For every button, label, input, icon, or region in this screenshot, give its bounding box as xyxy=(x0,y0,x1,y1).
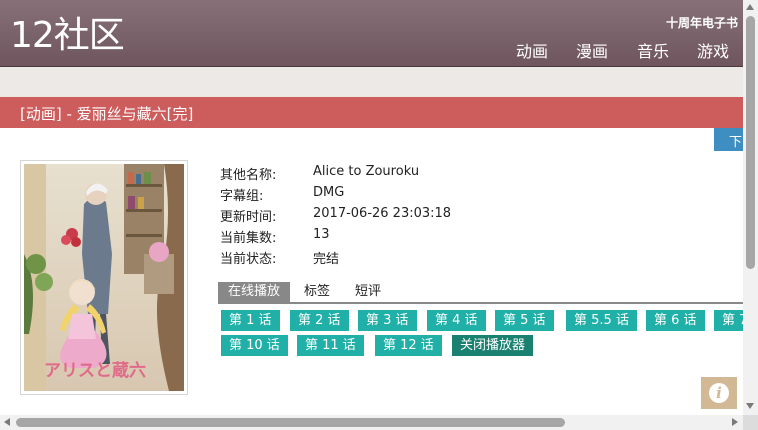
nav-games[interactable]: 游戏 xyxy=(697,38,729,62)
site-logo[interactable]: 12社区 xyxy=(10,16,125,56)
episode-button[interactable]: 第 3 话 xyxy=(358,310,417,331)
page-title-bar: [动画] - 爱丽丝与藏六[完] xyxy=(0,97,743,128)
info-value: 2017-06-26 23:03:18 xyxy=(313,206,452,221)
site-header: 12社区 十周年电子书 动画 漫画 音乐 游戏 xyxy=(0,0,743,67)
scrollbar-corner xyxy=(743,415,758,430)
episode-button[interactable]: 第 1 话 xyxy=(221,310,280,331)
download-tab-label: 下 xyxy=(729,135,743,150)
episode-button[interactable]: 第 5 话 xyxy=(495,310,554,331)
info-button[interactable]: i xyxy=(701,377,737,409)
tab-tags[interactable]: 标签 xyxy=(304,282,330,302)
info-value: 13 xyxy=(313,227,330,242)
info-label: 当前状态: xyxy=(220,252,277,267)
nav-anime[interactable]: 动画 xyxy=(516,38,548,62)
scroll-right-arrow-icon[interactable] xyxy=(732,418,738,426)
info-label: 字幕组: xyxy=(220,189,264,204)
horizontal-scroll-thumb[interactable] xyxy=(16,418,565,427)
vertical-scroll-thumb[interactable] xyxy=(746,16,755,269)
download-tab[interactable]: 下 xyxy=(714,128,743,151)
episode-button[interactable]: 第 5.5 话 xyxy=(566,310,637,331)
ebook-link[interactable]: 十周年电子书 xyxy=(666,14,738,31)
info-label: 其他名称: xyxy=(220,168,277,183)
close-player-button[interactable]: 关闭播放器 xyxy=(452,335,534,356)
page-title: [动画] - 爱丽丝与藏六[完] xyxy=(20,105,194,123)
info-value: Alice to Zouroku xyxy=(313,164,420,179)
tab-comments[interactable]: 短评 xyxy=(355,282,381,302)
detail-tabs: 在线播放 标签 短评 xyxy=(218,282,743,304)
nav-manga[interactable]: 漫画 xyxy=(576,38,608,62)
episode-button[interactable]: 第 2 话 xyxy=(290,310,349,331)
info-value: DMG xyxy=(313,185,345,200)
episode-button[interactable]: 第 10 话 xyxy=(221,335,288,356)
info-label: 更新时间: xyxy=(220,210,277,225)
info-icon: i xyxy=(709,383,729,403)
episode-button[interactable]: 第 12 话 xyxy=(375,335,442,356)
vertical-scrollbar[interactable] xyxy=(743,0,758,415)
poster-image: アリスと蔵六 xyxy=(24,164,184,391)
tab-online-play[interactable]: 在线播放 xyxy=(218,282,291,302)
scroll-up-arrow-icon[interactable] xyxy=(746,4,754,10)
nav-music[interactable]: 音乐 xyxy=(637,38,669,62)
episode-button[interactable]: 第 11 话 xyxy=(297,335,364,356)
info-label: 当前集数: xyxy=(220,231,277,246)
header-band xyxy=(0,67,743,97)
episode-button[interactable]: 第 6 话 xyxy=(646,310,705,331)
anime-poster: アリスと蔵六 xyxy=(20,160,188,395)
episode-button[interactable]: 第 4 话 xyxy=(427,310,486,331)
scroll-left-arrow-icon[interactable] xyxy=(4,418,10,426)
info-value: 完结 xyxy=(313,252,340,267)
scroll-down-arrow-icon[interactable] xyxy=(746,403,754,409)
poster-title: アリスと蔵六 xyxy=(44,360,146,381)
horizontal-scrollbar[interactable] xyxy=(0,415,743,430)
